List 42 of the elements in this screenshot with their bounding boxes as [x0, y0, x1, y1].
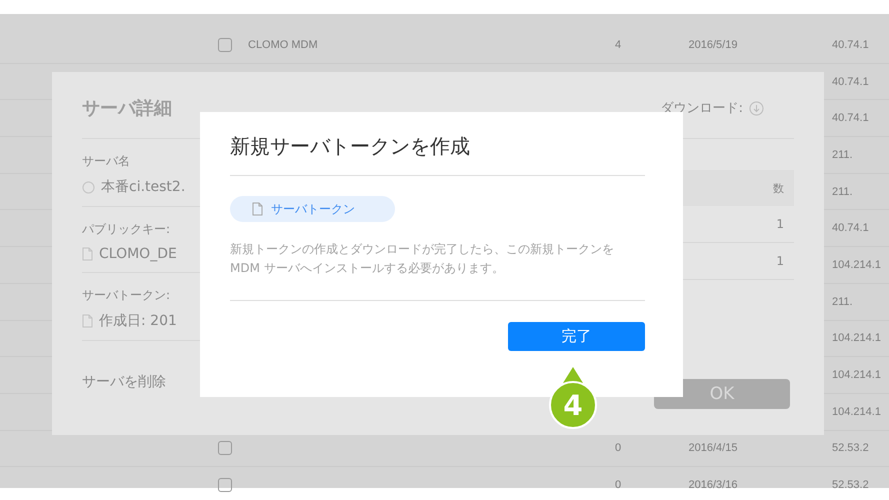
table-cell-text: 2016/3/16	[688, 479, 738, 492]
table-cell: 104.214.1	[832, 258, 881, 271]
done-button[interactable]: 完了	[508, 322, 645, 351]
row-checkbox[interactable]	[218, 441, 232, 456]
table-cell: 52.53.2	[832, 479, 869, 492]
table-cell: 40.74.1	[832, 112, 869, 124]
table-cell-text: 0	[614, 442, 622, 454]
table-cell: 40.74.1	[832, 38, 869, 51]
panel-title: サーバ詳細	[82, 97, 172, 120]
file-icon	[82, 247, 93, 261]
dialog-message: 新規トークンの作成とダウンロードが完了したら、この新規トークンを MDM サーバへインストールする必要があります。	[230, 240, 645, 301]
table-cell: 211.	[832, 296, 853, 308]
table-cell-text: 0	[614, 479, 622, 492]
field-label: パブリックキー:	[82, 221, 172, 238]
table-cell-text: CLOMO MDM	[248, 38, 319, 51]
field-label: サーバトークン:	[82, 287, 172, 304]
column-header: 数	[773, 180, 784, 196]
field-value: CLOMO_DE	[99, 246, 177, 262]
table-cell-text: 2016/5/19	[688, 38, 738, 51]
table-cell: 1	[776, 217, 784, 231]
delete-server-link[interactable]: サーバを削除	[82, 374, 166, 390]
table-cell: 211.	[832, 186, 853, 198]
download-icon[interactable]	[749, 100, 764, 116]
table-cell: 40.74.1	[832, 222, 869, 234]
table-cell: 104.214.1	[832, 332, 881, 344]
table-cell: 104.214.1	[832, 369, 881, 382]
table-cell: 211.	[832, 148, 853, 161]
table-cell: 40.74.1	[832, 76, 869, 88]
file-chip[interactable]: サーバトークン	[230, 196, 395, 222]
file-icon	[82, 314, 93, 328]
table-cell-text: 2016/4/15	[688, 442, 738, 454]
field-value: 作成日: 201	[99, 312, 177, 330]
field-label: サーバ名	[82, 153, 131, 170]
table-cell-text: 4	[614, 38, 622, 51]
row-checkbox[interactable]	[218, 38, 232, 52]
row-checkbox[interactable]	[218, 478, 232, 492]
field-value: 本番ci.test2.	[101, 178, 186, 196]
table-cell: 104.214.1	[832, 406, 881, 418]
dialog-title: 新規サーバトークンを作成	[230, 130, 645, 176]
table-cell: 52.53.2	[832, 442, 869, 454]
file-icon	[252, 202, 263, 216]
table-cell: 1	[776, 254, 784, 268]
